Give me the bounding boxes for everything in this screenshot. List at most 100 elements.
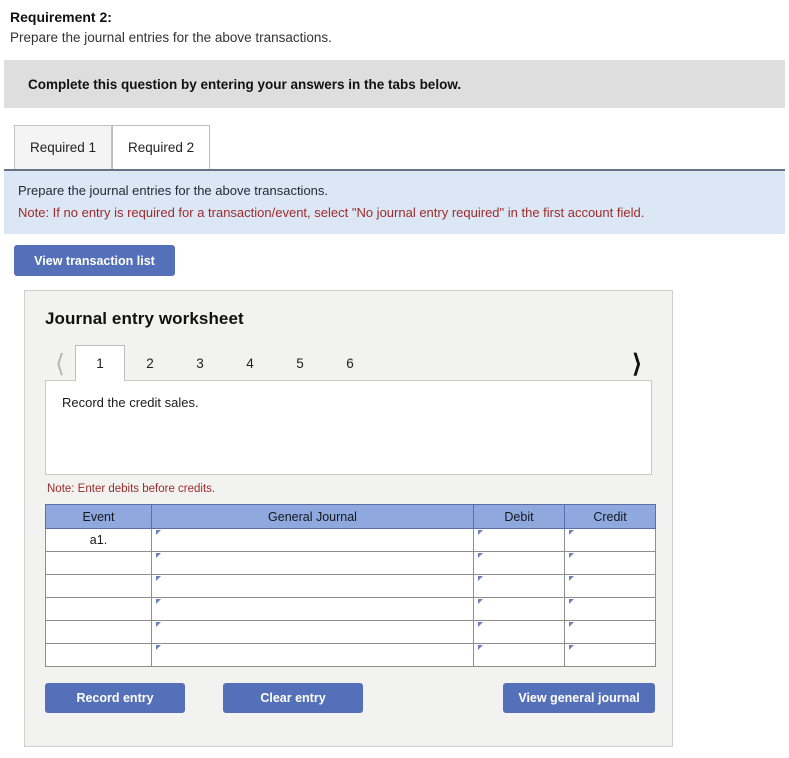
cell-corner-marker-icon [478, 553, 483, 558]
debit-input[interactable] [478, 599, 563, 619]
general-journal-input[interactable] [156, 599, 472, 619]
cell-corner-marker-icon [569, 530, 574, 535]
credit-input[interactable] [569, 599, 654, 619]
worksheet-page-3[interactable]: 3 [175, 345, 225, 381]
worksheet-pager: ⟨ 1 2 3 4 5 6 ⟩ [45, 343, 652, 381]
debit-input[interactable] [478, 576, 563, 596]
tab-required-2[interactable]: Required 2 [112, 125, 211, 169]
cell-corner-marker-icon [156, 599, 161, 604]
general-journal-input[interactable] [156, 622, 472, 642]
chevron-right-icon[interactable]: ⟩ [622, 352, 652, 381]
debit-input-cell[interactable] [473, 643, 565, 667]
debit-input-cell[interactable] [473, 528, 565, 552]
event-cell [45, 643, 152, 667]
debit-input[interactable] [478, 622, 563, 642]
general-journal-input[interactable] [156, 553, 472, 573]
general-journal-input-cell[interactable] [151, 620, 474, 644]
worksheet-page-1-label: 1 [96, 356, 104, 371]
worksheet-description-box: Record the credit sales. [45, 380, 652, 475]
column-header-debit: Debit [473, 504, 565, 529]
debit-input[interactable] [478, 645, 563, 665]
column-header-general-journal: General Journal [151, 504, 474, 529]
cell-corner-marker-icon [478, 645, 483, 650]
cell-corner-marker-icon [478, 622, 483, 627]
debit-input-cell[interactable] [473, 597, 565, 621]
cell-corner-marker-icon [478, 576, 483, 581]
event-cell [45, 551, 152, 575]
credit-input-cell[interactable] [564, 551, 656, 575]
credit-input-cell[interactable] [564, 620, 656, 644]
credit-input-cell[interactable] [564, 597, 656, 621]
event-cell [45, 597, 152, 621]
worksheet-page-3-label: 3 [196, 355, 204, 371]
worksheet-page-2[interactable]: 2 [125, 345, 175, 381]
view-general-journal-button[interactable]: View general journal [503, 683, 655, 713]
tab-required-1[interactable]: Required 1 [14, 125, 113, 169]
credit-input[interactable] [569, 553, 654, 573]
journal-entry-table: Event General Journal Debit Credit a1. [45, 504, 656, 667]
general-journal-input-cell[interactable] [151, 551, 474, 575]
general-journal-input-cell[interactable] [151, 643, 474, 667]
credit-input-cell[interactable] [564, 574, 656, 598]
credit-input[interactable] [569, 622, 654, 642]
cell-corner-marker-icon [478, 530, 483, 535]
cell-corner-marker-icon [156, 576, 161, 581]
record-entry-button[interactable]: Record entry [45, 683, 185, 713]
instruction-bar-text: Complete this question by entering your … [28, 76, 462, 92]
debit-input-cell[interactable] [473, 574, 565, 598]
requirement-block: Requirement 2: Prepare the journal entri… [0, 0, 789, 48]
worksheet-page-5[interactable]: 5 [275, 345, 325, 381]
view-transaction-list-button[interactable]: View transaction list [14, 245, 175, 276]
worksheet-page-1[interactable]: 1 [75, 345, 125, 381]
worksheet-page-6[interactable]: 6 [325, 345, 375, 381]
worksheet-description-text: Record the credit sales. [62, 395, 199, 410]
general-journal-input[interactable] [156, 576, 472, 596]
worksheet-page-5-label: 5 [296, 355, 304, 371]
note-panel-warning: Note: If no entry is required for a tran… [18, 205, 645, 220]
general-journal-input-cell[interactable] [151, 574, 474, 598]
general-journal-input-cell[interactable] [151, 528, 474, 552]
table-row [45, 551, 656, 575]
column-header-credit: Credit [564, 504, 656, 529]
clear-entry-button[interactable]: Clear entry [223, 683, 363, 713]
cell-corner-marker-icon [156, 622, 161, 627]
table-row [45, 643, 656, 667]
cell-corner-marker-icon [478, 599, 483, 604]
worksheet-action-buttons: Record entry Clear entry View general jo… [45, 683, 655, 713]
event-cell: a1. [45, 528, 152, 552]
requirement-tabs: Required 1 Required 2 [14, 123, 789, 169]
credit-input[interactable] [569, 530, 654, 550]
debit-input-cell[interactable] [473, 551, 565, 575]
worksheet-page-2-label: 2 [146, 355, 154, 371]
credit-input[interactable] [569, 576, 654, 596]
table-row: a1. [45, 528, 656, 552]
event-cell [45, 620, 152, 644]
tab-required-2-label: Required 2 [128, 140, 195, 155]
event-cell [45, 574, 152, 598]
debit-input[interactable] [478, 530, 563, 550]
debit-input[interactable] [478, 553, 563, 573]
credit-input-cell[interactable] [564, 528, 656, 552]
credit-input[interactable] [569, 645, 654, 665]
general-journal-input-cell[interactable] [151, 597, 474, 621]
worksheet-page-4-label: 4 [246, 355, 254, 371]
cell-corner-marker-icon [569, 645, 574, 650]
worksheet-page-6-label: 6 [346, 355, 354, 371]
cell-corner-marker-icon [156, 530, 161, 535]
instruction-bar: Complete this question by entering your … [4, 60, 785, 108]
chevron-left-icon[interactable]: ⟨ [45, 352, 75, 381]
tab-required-1-label: Required 1 [30, 140, 97, 155]
general-journal-input[interactable] [156, 530, 472, 550]
table-row [45, 574, 656, 598]
note-panel-instruction: Prepare the journal entries for the abov… [18, 183, 329, 198]
general-journal-input[interactable] [156, 645, 472, 665]
cell-corner-marker-icon [156, 553, 161, 558]
credit-input-cell[interactable] [564, 643, 656, 667]
cell-corner-marker-icon [569, 576, 574, 581]
debit-input-cell[interactable] [473, 620, 565, 644]
requirement-subtitle: Prepare the journal entries for the abov… [10, 30, 332, 45]
cell-corner-marker-icon [569, 553, 574, 558]
cell-corner-marker-icon [569, 622, 574, 627]
worksheet-page-4[interactable]: 4 [225, 345, 275, 381]
table-header-row: Event General Journal Debit Credit [45, 504, 656, 529]
